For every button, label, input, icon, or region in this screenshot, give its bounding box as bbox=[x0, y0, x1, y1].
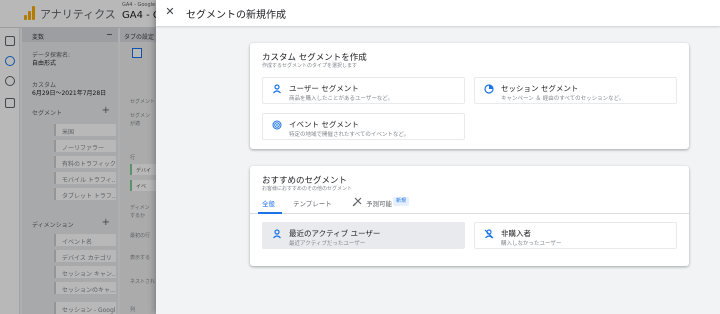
option-description: 商品を購入したことがあるユーザーなど。 bbox=[289, 96, 394, 102]
person-icon bbox=[273, 229, 281, 239]
active-tab-indicator bbox=[258, 212, 282, 214]
event-ripple-icon bbox=[272, 120, 282, 130]
card-subtitle: 作成するセグメントのタイプを選択します bbox=[262, 63, 358, 69]
no-purchase-icon bbox=[484, 229, 494, 239]
custom-segment-card: カスタム セグメントを作成 作成するセグメントのタイプを選択します ユーザー セ… bbox=[250, 43, 689, 149]
option-description: キャンペーン ＆ 経由のすべてのセッションなど。 bbox=[501, 96, 625, 102]
new-badge: 新規 bbox=[393, 197, 410, 206]
option-description: 最近アクティブだったユーザー bbox=[289, 241, 366, 247]
session-clock-icon bbox=[484, 84, 494, 94]
user-segment-option[interactable]: ユーザー セグメント 商品を購入したことがあるユーザーなど。 bbox=[262, 77, 465, 104]
option-title: 非購入者 bbox=[501, 229, 531, 238]
option-title: イベント セグメント bbox=[289, 120, 359, 129]
tab-templates[interactable]: テンプレート bbox=[293, 198, 332, 208]
tab-predictive[interactable]: 予測可能 bbox=[366, 198, 392, 208]
suggested-tabs: 全般 テンプレート 予測可能 新規 bbox=[250, 194, 689, 214]
non-purchasers-option[interactable]: 非購入者 購入しなかったユーザー bbox=[474, 222, 677, 249]
app-root: アナリティクス GA4 - Google GA4 - G 変数 データ探索名: … bbox=[0, 0, 720, 314]
sheet-title: セグメントの新規作成 bbox=[186, 10, 286, 21]
recent-active-users-option[interactable]: 最近のアクティブ ユーザー 最近アクティブだったユーザー bbox=[262, 222, 465, 249]
predictive-icon bbox=[352, 197, 362, 207]
new-segment-sheet: ✕ セグメントの新規作成 カスタム セグメントを作成 作成するセグメントのタイプ… bbox=[156, 0, 720, 314]
tab-general[interactable]: 全般 bbox=[262, 198, 275, 208]
option-description: 特定の地域で開催されたすべてのイベントなど。 bbox=[289, 132, 410, 138]
modal-scrim[interactable] bbox=[0, 0, 160, 314]
option-title: ユーザー セグメント bbox=[289, 84, 359, 93]
person-icon bbox=[273, 84, 281, 94]
event-segment-option[interactable]: イベント セグメント 特定の地域で開催されたすべてのイベントなど。 bbox=[262, 113, 465, 140]
sheet-header: ✕ セグメントの新規作成 bbox=[156, 0, 720, 26]
option-title: 最近のアクティブ ユーザー bbox=[289, 229, 381, 238]
card-subtitle: お客様におすすめのその他のセグメント bbox=[262, 186, 353, 192]
option-title: セッション セグメント bbox=[501, 84, 579, 93]
background-app: アナリティクス GA4 - Google GA4 - G 変数 データ探索名: … bbox=[0, 0, 161, 314]
close-icon[interactable]: ✕ bbox=[162, 4, 178, 20]
session-segment-option[interactable]: セッション セグメント キャンペーン ＆ 経由のすべてのセッションなど。 bbox=[474, 77, 677, 104]
option-description: 購入しなかったユーザー bbox=[501, 241, 562, 247]
suggested-segments-card: おすすめのセグメント お客様におすすめのその他のセグメント 全般 テンプレート … bbox=[250, 166, 689, 266]
